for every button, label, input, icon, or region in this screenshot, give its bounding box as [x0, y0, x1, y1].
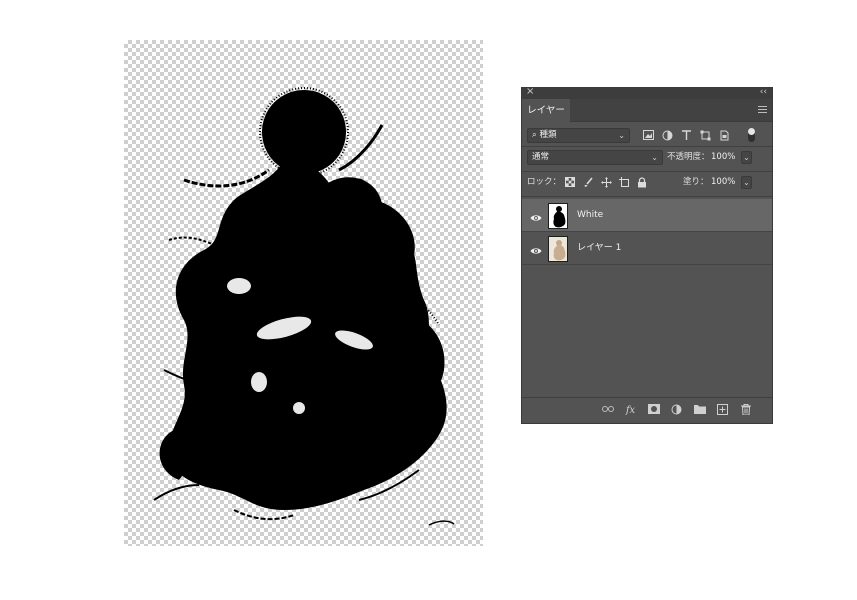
new-layer-icon[interactable]: [716, 404, 729, 417]
type-filter-icon[interactable]: [680, 129, 692, 142]
fill-label: 塗り：: [683, 177, 709, 187]
layers-panel: × ‹‹ レイヤー ⌕ 種類 ⌄ 通常 ⌄ 不透明度： 100% ⌄ ロック： …: [521, 86, 773, 424]
tab-layers[interactable]: レイヤー: [522, 99, 570, 122]
layer-row-white[interactable]: White: [522, 199, 772, 232]
image-filter-icon[interactable]: [642, 129, 654, 142]
panel-titlebar: × ‹‹: [522, 86, 772, 99]
chevron-down-icon: ⌄: [651, 153, 658, 162]
delete-layer-icon[interactable]: [739, 404, 752, 417]
layer-list: White レイヤー 1: [522, 199, 772, 265]
filter-row: ⌕ 種類 ⌄: [522, 122, 772, 146]
collapse-panel-icon[interactable]: ‹‹: [760, 86, 767, 98]
layer-name[interactable]: White: [577, 199, 603, 232]
opacity-value[interactable]: 100%: [711, 150, 745, 165]
new-group-icon[interactable]: [693, 404, 706, 417]
layer-row-layer-1[interactable]: レイヤー 1: [522, 232, 772, 265]
adjustment-filter-icon[interactable]: [661, 130, 673, 142]
lock-position-icon[interactable]: [600, 176, 612, 189]
chevron-down-icon: ⌄: [618, 131, 625, 140]
fx-icon[interactable]: fx: [624, 404, 637, 417]
fill-dropdown-icon[interactable]: ⌄: [741, 176, 752, 189]
smart-object-filter-icon[interactable]: [718, 130, 730, 142]
layer-thumbnail-layer-1: [548, 236, 568, 262]
eye-visibility-icon[interactable]: [530, 242, 542, 254]
opacity-label: 不透明度：: [667, 152, 710, 162]
search-icon: ⌕: [532, 130, 537, 140]
lock-image-pixels-icon[interactable]: [582, 176, 594, 189]
divider: [522, 196, 772, 197]
black-silhouette-artwork: [153, 87, 455, 526]
eye-visibility-icon[interactable]: [530, 209, 542, 221]
lock-label: ロック：: [527, 177, 562, 187]
lock-fill-row: ロック： 塗り： 100% ⌄: [522, 172, 772, 196]
filter-toggle-switch[interactable]: [748, 128, 755, 142]
lock-artboard-icon[interactable]: [618, 176, 630, 189]
opacity-dropdown-icon[interactable]: ⌄: [741, 151, 752, 164]
fill-value[interactable]: 100%: [711, 175, 745, 190]
blend-mode-label: 通常: [532, 152, 550, 162]
shape-filter-icon[interactable]: [699, 130, 711, 142]
lock-transparent-pixels-icon[interactable]: [564, 176, 576, 189]
panel-menu-icon[interactable]: [758, 106, 767, 114]
panel-tab-row: レイヤー: [522, 99, 772, 122]
layers-bottom-toolbar: fx: [522, 397, 772, 423]
filter-kind-select[interactable]: ⌕ 種類 ⌄: [527, 128, 630, 143]
document-canvas[interactable]: [124, 40, 483, 546]
photoshop-workspace: × ‹‹ レイヤー ⌕ 種類 ⌄ 通常 ⌄ 不透明度： 100% ⌄ ロック： …: [0, 0, 857, 600]
blend-mode-select[interactable]: 通常 ⌄: [527, 150, 663, 165]
filter-kind-label: 種類: [539, 130, 557, 140]
link-layers-icon[interactable]: [601, 404, 614, 417]
layer-name[interactable]: レイヤー 1: [577, 232, 621, 265]
blend-opacity-row: 通常 ⌄ 不透明度： 100% ⌄: [522, 147, 772, 171]
adjustment-layer-icon[interactable]: [670, 404, 683, 417]
lock-all-icon[interactable]: [636, 176, 648, 189]
close-icon[interactable]: ×: [526, 86, 534, 98]
add-mask-icon[interactable]: [647, 404, 660, 417]
layer-thumbnail-white: [548, 203, 568, 229]
